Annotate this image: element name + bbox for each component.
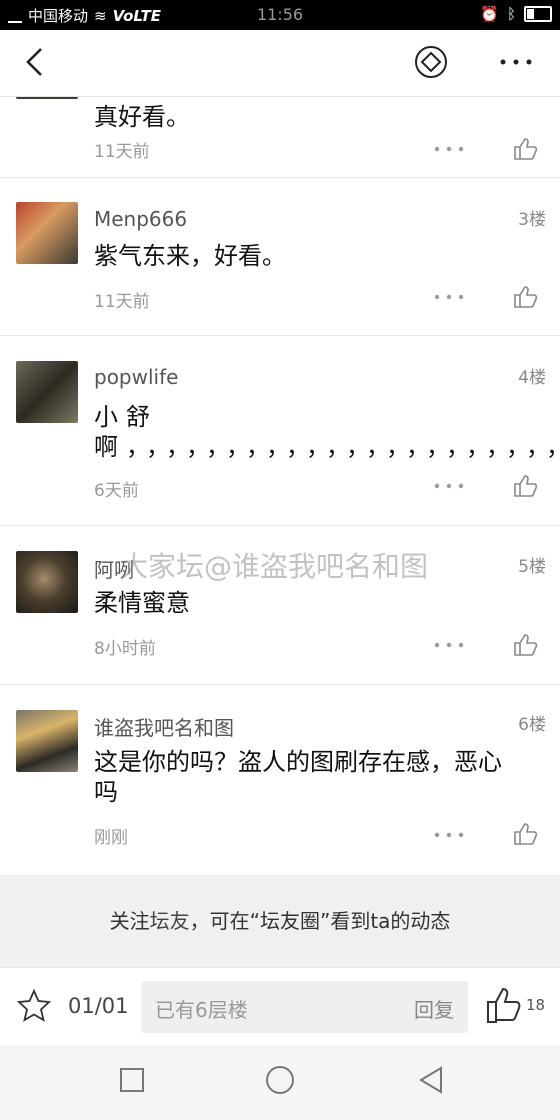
battery-icon <box>524 6 552 22</box>
comment-text: 柔情蜜意 <box>94 589 190 617</box>
page-indicator[interactable]: 01/01 <box>68 994 129 1018</box>
username[interactable]: Menp666 <box>94 207 187 231</box>
comment-list: 真好看。 11天前 Menp666 3楼 紫气东来，好看。 11天前 popwl… <box>0 97 560 875</box>
avatar[interactable] <box>16 97 78 99</box>
status-bar: 中国移动 ≋ VoLTE 11:56 ⏰ ᛒ <box>0 0 560 30</box>
comment-text: 这是你的吗？盗人的图刷存在感，恶心吗 <box>94 748 502 806</box>
bottom-toolbar: 01/01 已有6层楼 回复 18 <box>0 967 560 1046</box>
avatar[interactable] <box>16 710 78 772</box>
top-nav-bar <box>0 30 560 97</box>
diamond-ring-icon[interactable] <box>414 45 448 79</box>
reply-input[interactable]: 已有6层楼 回复 <box>141 981 468 1033</box>
more-dots-icon[interactable] <box>433 144 465 154</box>
follow-text-5: ”看到ta的动态 <box>319 909 451 933</box>
comment-item: 真好看。 11天前 <box>0 97 560 178</box>
comment-text: 小舒啊，，，，，，，，，，，，，，，，，，，，，，，，，，，， <box>94 403 560 461</box>
comment-text: 紫气东来，好看。 <box>94 242 286 270</box>
thumbs-up-icon[interactable] <box>486 986 522 1024</box>
avatar[interactable] <box>16 361 78 423</box>
like-count: 18 <box>526 996 546 1014</box>
floor-label: 6楼 <box>518 715 546 735</box>
star-icon[interactable] <box>16 988 52 1024</box>
follow-banner[interactable]: 关注坛友，可在“坛友圈”看到ta的动态 <box>0 875 560 967</box>
username[interactable]: popwlife <box>94 365 178 389</box>
comment-text: 真好看。 <box>94 103 190 131</box>
comment-time: 6天前 <box>94 481 139 501</box>
floor-label: 5楼 <box>518 557 546 577</box>
avatar[interactable] <box>16 551 78 613</box>
username[interactable]: 谁盗我吧名和图 <box>94 712 234 741</box>
thumbs-up-icon[interactable] <box>513 137 539 161</box>
comment-time: 刚刚 <box>94 828 128 848</box>
follow-text-4: 坛友圈 <box>259 909 320 933</box>
more-dots-icon[interactable] <box>433 292 465 302</box>
back-triangle-icon[interactable] <box>418 1066 444 1094</box>
thumbs-up-icon[interactable] <box>513 474 539 498</box>
alarm-icon: ⏰ <box>480 5 499 23</box>
chevron-left-icon[interactable] <box>18 44 54 80</box>
floor-label: 4楼 <box>518 368 546 388</box>
home-icon[interactable] <box>265 1065 295 1095</box>
follow-text-3: ，可在“ <box>189 909 260 933</box>
comment-item: 谁盗我吧名和图 6楼 这是你的吗？盗人的图刷存在感，恶心吗 刚刚 <box>0 685 560 875</box>
thumbs-up-icon[interactable] <box>513 633 539 657</box>
comment-item: Menp666 3楼 紫气东来，好看。 11天前 <box>0 177 560 336</box>
more-horizontal-icon[interactable] <box>496 50 536 74</box>
comment-item: popwlife 4楼 小舒啊，，，，，，，，，，，，，，，，，，，，，，，，，… <box>0 336 560 526</box>
follow-text-1: 关注 <box>109 909 150 933</box>
more-dots-icon[interactable] <box>433 830 465 840</box>
system-nav-bar <box>0 1045 560 1120</box>
clock: 11:56 <box>256 5 304 24</box>
username[interactable]: 阿咧 <box>94 554 134 583</box>
reply-placeholder: 已有6层楼 <box>155 998 248 1022</box>
thumbs-up-icon[interactable] <box>513 285 539 309</box>
thumbs-up-icon[interactable] <box>513 822 539 846</box>
comment-time: 8小时前 <box>94 639 156 659</box>
comment-item: 阿咧 5楼 柔情蜜意 8小时前 <box>0 526 560 685</box>
recent-apps-icon[interactable] <box>119 1067 145 1093</box>
comment-time: 11天前 <box>94 292 150 312</box>
floor-label: 3楼 <box>518 210 546 230</box>
more-dots-icon[interactable] <box>433 640 465 650</box>
more-dots-icon[interactable] <box>433 481 465 491</box>
reply-button[interactable]: 回复 <box>414 994 454 1023</box>
avatar[interactable] <box>16 202 78 264</box>
follow-text-2: 坛友 <box>149 909 190 933</box>
comment-time: 11天前 <box>94 142 150 162</box>
bluetooth-icon: ᛒ <box>506 5 516 23</box>
